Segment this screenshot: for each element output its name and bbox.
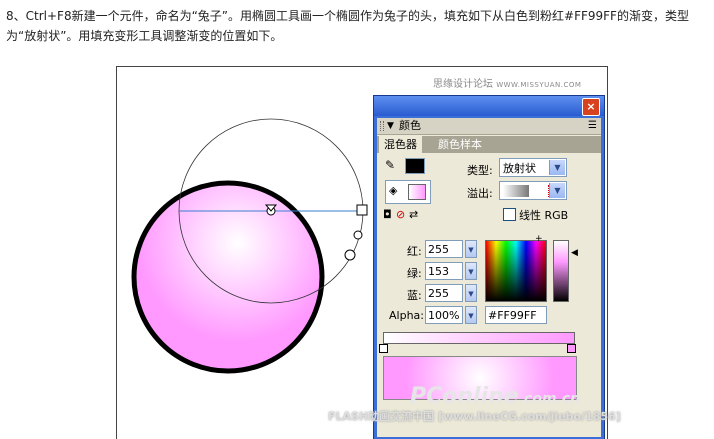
blue-input[interactable]: 255 — [425, 284, 463, 302]
watermark-bottom: FLASH动画交流中国 [www.lineCG.com/jiebo/1856] — [328, 410, 621, 423]
no-color-icon[interactable]: ⊘ — [396, 208, 405, 221]
swap-colors-icon[interactable]: ⇄ — [409, 208, 418, 221]
gradient-width-handle[interactable] — [356, 204, 368, 216]
blue-label: 蓝: — [407, 289, 422, 302]
chevron-down-icon[interactable]: ▼ — [549, 160, 565, 175]
green-spinner[interactable]: ▼ — [465, 262, 477, 280]
tab-mixer[interactable]: 混色器 — [379, 136, 422, 153]
chevron-down-icon[interactable]: ▼ — [549, 183, 565, 198]
watermark-pconline: PConline.com.cn — [410, 384, 580, 409]
pencil-icon[interactable]: ✎ — [385, 158, 395, 172]
tab-swatches[interactable]: 颜色样本 — [433, 136, 487, 153]
overflow-label: 溢出: — [467, 187, 493, 200]
spectrum-cursor-icon: + — [535, 234, 543, 244]
black-white-icon[interactable]: ◘ — [383, 208, 392, 221]
linear-rgb-label: 线性 RGB — [519, 209, 569, 222]
grip-icon — [380, 121, 384, 131]
red-label: 红: — [407, 245, 422, 258]
overflow-marker — [534, 185, 549, 197]
panel-title: 颜色 — [399, 119, 421, 132]
panel-header[interactable]: ▼ 颜色 ☰ — [377, 118, 601, 135]
watermark-pconline-main: PConline — [410, 384, 519, 409]
gradient-rotation-handle[interactable] — [344, 249, 356, 261]
type-select[interactable]: 放射状 ▼ — [499, 158, 567, 177]
overflow-select[interactable]: ▼ — [499, 181, 567, 200]
stroke-color-swatch[interactable] — [405, 158, 425, 174]
gradient-stop-pink[interactable] — [567, 344, 576, 353]
paint-bucket-icon: ◈ — [389, 184, 398, 197]
watermark-pconline-suffix: .com.cn — [518, 391, 581, 407]
panel-titlebar[interactable]: × — [374, 96, 604, 116]
alpha-spinner[interactable]: ▼ — [465, 306, 477, 324]
fill-color-swatch — [408, 184, 426, 200]
gradient-center-handle[interactable] — [264, 204, 278, 216]
brightness-slider[interactable] — [553, 240, 569, 302]
brightness-pointer-icon[interactable]: ◀ — [571, 248, 578, 258]
overflow-preview — [503, 185, 529, 197]
red-spinner[interactable]: ▼ — [465, 240, 477, 258]
green-label: 绿: — [407, 267, 422, 280]
panel-tabs: 混色器 颜色样本 — [377, 136, 601, 153]
gradient-bar[interactable] — [383, 332, 575, 344]
green-input[interactable]: 153 — [425, 262, 463, 280]
red-input[interactable]: 255 — [425, 240, 463, 258]
linear-rgb-checkbox[interactable] — [503, 208, 516, 221]
menu-options-icon[interactable]: ☰ — [588, 118, 597, 134]
color-spectrum[interactable] — [485, 240, 547, 302]
gradient-stop-white[interactable] — [379, 344, 388, 353]
alpha-label: Alpha: — [389, 309, 424, 322]
close-button[interactable]: × — [582, 98, 600, 116]
fill-color-control[interactable]: ◈ — [385, 180, 431, 204]
instruction-text: 8、Ctrl+F8新建一个元件，命名为“兔子”。用椭圆工具画一个椭圆作为兔子的头… — [6, 9, 689, 43]
hex-input[interactable]: #FF99FF — [485, 306, 547, 324]
blue-spinner[interactable]: ▼ — [465, 284, 477, 302]
gradient-size-handle[interactable] — [353, 230, 363, 240]
alpha-input[interactable]: 100% — [425, 306, 463, 324]
collapse-arrow-icon[interactable]: ▼ — [387, 118, 394, 134]
type-label: 类型: — [467, 164, 493, 177]
type-select-value: 放射状 — [503, 162, 536, 175]
